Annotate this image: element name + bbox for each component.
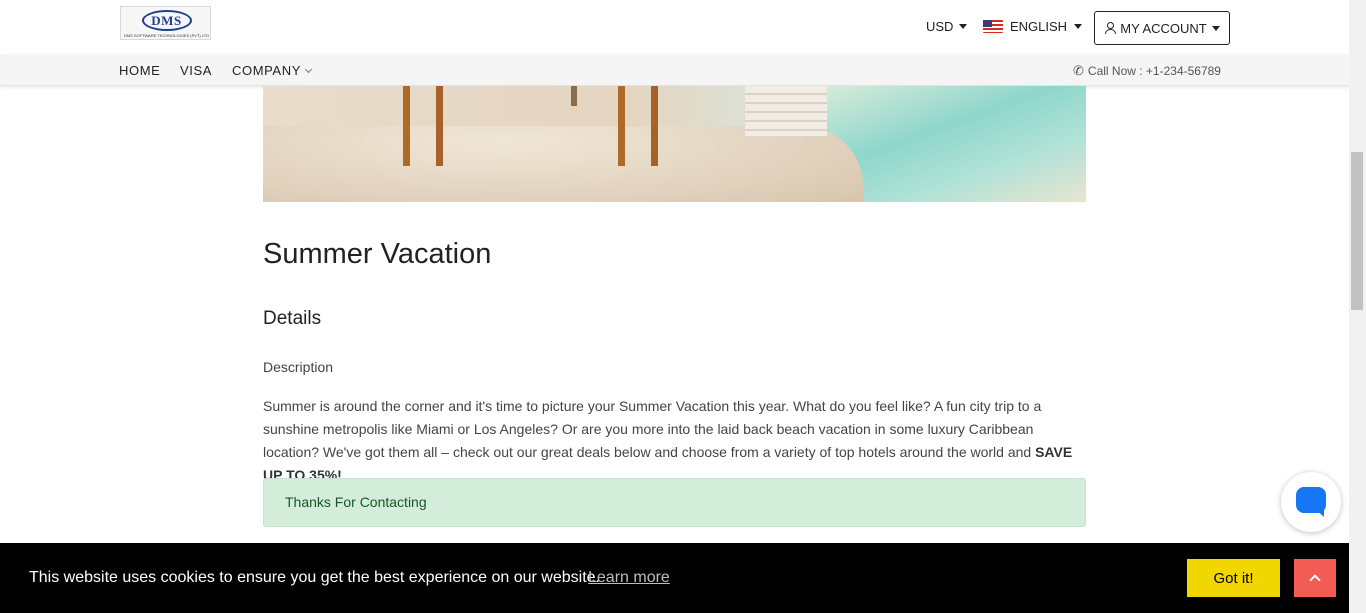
- learn-more-link[interactable]: Learn more: [588, 569, 670, 587]
- chat-bubble-tail: [1314, 508, 1324, 517]
- hero-chair: [403, 86, 443, 166]
- company-logo[interactable]: DMS DMS SOFTWARE TECHNOLOGIES (PVT) LTD: [120, 6, 211, 40]
- my-account-button[interactable]: MY ACCOUNT: [1094, 11, 1230, 45]
- scroll-to-top-button[interactable]: [1294, 559, 1336, 597]
- caret-down-icon: [1074, 24, 1083, 29]
- got-it-button[interactable]: Got it!: [1187, 559, 1280, 597]
- cookie-message: This website uses cookies to ensure you …: [29, 569, 600, 586]
- description-body: Summer is around the corner and it's tim…: [263, 398, 1042, 460]
- chevron-down-icon: [304, 65, 313, 74]
- nav-item-visa[interactable]: VISA: [180, 63, 212, 78]
- my-account-label: MY ACCOUNT: [1120, 20, 1207, 36]
- currency-dropdown[interactable]: USD: [926, 19, 968, 34]
- hero-umbrella-pole: [571, 86, 577, 106]
- user-icon: [1104, 22, 1117, 34]
- success-alert: Thanks For Contacting: [263, 478, 1086, 527]
- us-flag-icon: [983, 20, 1003, 33]
- nav-item-company-label: COMPANY: [232, 63, 301, 78]
- hero-sand: [263, 126, 863, 202]
- nav-item-home[interactable]: HOME: [119, 63, 160, 78]
- nav-item-company[interactable]: COMPANY: [232, 63, 313, 78]
- top-header: DMS DMS SOFTWARE TECHNOLOGIES (PVT) LTD …: [0, 0, 1349, 54]
- hero-towels: [745, 86, 827, 136]
- description-label: Description: [263, 359, 334, 375]
- call-now[interactable]: ✆ Call Now : +1-234-56789: [1073, 63, 1221, 79]
- cookie-banner: This website uses cookies to ensure you …: [0, 543, 1349, 613]
- page-title: Summer Vacation: [263, 238, 492, 270]
- caret-down-icon: [959, 24, 968, 29]
- hero-image: [263, 86, 1086, 202]
- chat-widget-button[interactable]: [1281, 472, 1341, 532]
- currency-label: USD: [926, 19, 954, 34]
- language-dropdown[interactable]: ENGLISH: [983, 19, 1083, 34]
- call-now-text: Call Now : +1-234-56789: [1087, 64, 1221, 78]
- logo-subtitle: DMS SOFTWARE TECHNOLOGIES (PVT) LTD: [123, 33, 210, 38]
- main-nav: HOME VISA COMPANY ✆ Call Now : +1-234-56…: [0, 54, 1349, 86]
- details-heading: Details: [263, 308, 322, 329]
- chevron-up-icon: [1309, 574, 1321, 586]
- page-scrollbar[interactable]: [1349, 0, 1366, 613]
- language-label: ENGLISH: [1010, 19, 1068, 34]
- description-text: Summer is around the corner and it's tim…: [263, 395, 1088, 487]
- logo-brand: DMS: [151, 13, 182, 28]
- scrollbar-thumb[interactable]: [1351, 152, 1363, 310]
- caret-down-icon: [1211, 25, 1220, 31]
- hero-chair: [618, 86, 658, 166]
- phone-icon: ✆: [1073, 63, 1084, 78]
